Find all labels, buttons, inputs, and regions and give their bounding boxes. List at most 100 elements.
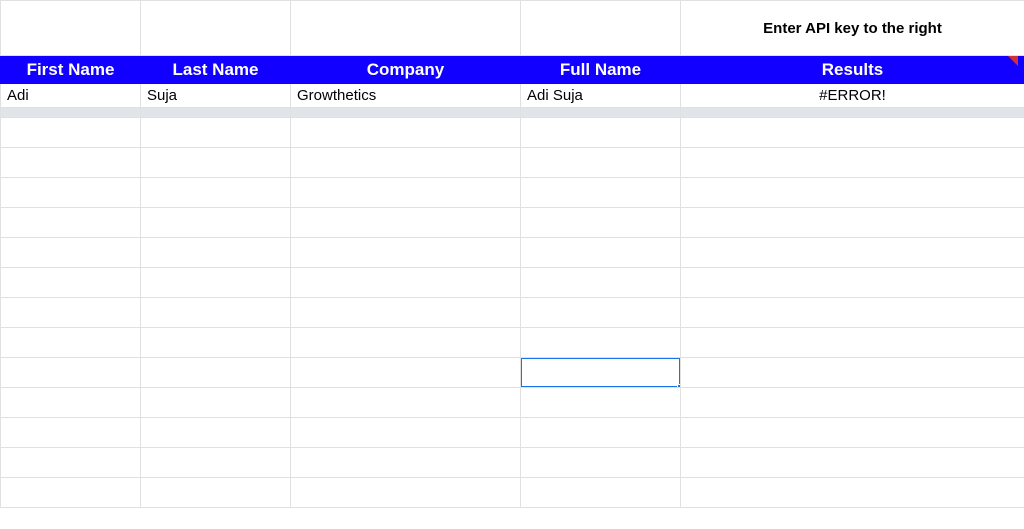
cell[interactable] — [521, 208, 681, 238]
header-company[interactable]: Company — [291, 56, 521, 84]
cell[interactable] — [291, 178, 521, 208]
cell[interactable] — [681, 328, 1024, 358]
cell[interactable] — [1, 448, 141, 478]
cell[interactable] — [681, 298, 1024, 328]
cell-full-name[interactable]: Adi Suja — [521, 84, 681, 108]
cell[interactable] — [1, 108, 141, 118]
cell[interactable] — [681, 388, 1024, 418]
error-indicator-icon — [1008, 56, 1018, 66]
cell[interactable] — [1, 178, 141, 208]
cell[interactable] — [291, 208, 521, 238]
cell[interactable] — [141, 238, 291, 268]
cell[interactable] — [681, 358, 1024, 388]
header-last-name[interactable]: Last Name — [141, 56, 291, 84]
cell[interactable] — [1, 118, 141, 148]
cell[interactable] — [141, 208, 291, 238]
cell[interactable] — [521, 388, 681, 418]
header-results[interactable]: Results — [681, 56, 1024, 84]
cell[interactable] — [681, 478, 1024, 508]
cell[interactable] — [521, 298, 681, 328]
table-row — [1, 238, 1024, 268]
table-row — [1, 478, 1024, 508]
cell[interactable] — [291, 118, 521, 148]
cell[interactable] — [291, 328, 521, 358]
cell[interactable] — [141, 388, 291, 418]
cell[interactable] — [521, 238, 681, 268]
cell[interactable] — [1, 148, 141, 178]
cell[interactable] — [1, 388, 141, 418]
spacer-row — [1, 108, 1024, 118]
header-row: First Name Last Name Company Full Name R… — [1, 56, 1024, 84]
cell[interactable] — [141, 448, 291, 478]
cell[interactable] — [681, 208, 1024, 238]
cell[interactable] — [291, 478, 521, 508]
cell[interactable] — [1, 238, 141, 268]
cell[interactable] — [521, 108, 681, 118]
cell[interactable] — [681, 108, 1024, 118]
header-first-name[interactable]: First Name — [1, 56, 141, 84]
cell[interactable] — [521, 448, 681, 478]
cell[interactable] — [141, 298, 291, 328]
cell[interactable] — [141, 418, 291, 448]
selected-cell[interactable] — [521, 358, 681, 388]
cell[interactable] — [291, 388, 521, 418]
cell[interactable] — [141, 478, 291, 508]
cell[interactable] — [1, 418, 141, 448]
cell[interactable] — [1, 298, 141, 328]
cell[interactable] — [521, 328, 681, 358]
cell[interactable] — [681, 268, 1024, 298]
selection-handle[interactable] — [677, 384, 681, 388]
cell[interactable] — [681, 178, 1024, 208]
table-row — [1, 118, 1024, 148]
cell[interactable] — [141, 358, 291, 388]
cell[interactable] — [141, 268, 291, 298]
cell[interactable] — [141, 1, 291, 56]
cell[interactable] — [291, 298, 521, 328]
table-row: Adi Suja Growthetics Adi Suja #ERROR! — [1, 84, 1024, 108]
cell[interactable] — [521, 178, 681, 208]
cell[interactable] — [291, 358, 521, 388]
cell[interactable] — [521, 148, 681, 178]
cell[interactable] — [141, 148, 291, 178]
table-row — [1, 298, 1024, 328]
cell[interactable] — [1, 208, 141, 238]
cell[interactable] — [521, 1, 681, 56]
cell[interactable] — [681, 118, 1024, 148]
selection-box — [521, 358, 681, 388]
instruction-row: Enter API key to the right — [1, 1, 1024, 56]
cell[interactable] — [1, 358, 141, 388]
table-row — [1, 178, 1024, 208]
cell[interactable] — [141, 328, 291, 358]
cell[interactable] — [681, 148, 1024, 178]
cell[interactable] — [291, 148, 521, 178]
cell[interactable] — [291, 448, 521, 478]
cell[interactable] — [521, 268, 681, 298]
instruction-cell[interactable]: Enter API key to the right — [681, 1, 1024, 56]
cell-company[interactable]: Growthetics — [291, 84, 521, 108]
spreadsheet-table[interactable]: Enter API key to the right First Name La… — [0, 0, 1024, 508]
cell[interactable] — [141, 118, 291, 148]
cell[interactable] — [521, 478, 681, 508]
cell[interactable] — [291, 1, 521, 56]
cell[interactable] — [291, 238, 521, 268]
cell[interactable] — [521, 418, 681, 448]
header-full-name[interactable]: Full Name — [521, 56, 681, 84]
cell[interactable] — [681, 418, 1024, 448]
cell[interactable] — [1, 478, 141, 508]
table-row — [1, 418, 1024, 448]
cell[interactable] — [1, 1, 141, 56]
cell[interactable] — [1, 328, 141, 358]
cell-last-name[interactable]: Suja — [141, 84, 291, 108]
table-row — [1, 448, 1024, 478]
cell[interactable] — [681, 448, 1024, 478]
cell-first-name[interactable]: Adi — [1, 84, 141, 108]
cell[interactable] — [291, 268, 521, 298]
cell[interactable] — [1, 268, 141, 298]
cell[interactable] — [521, 118, 681, 148]
cell[interactable] — [681, 238, 1024, 268]
cell[interactable] — [141, 108, 291, 118]
cell[interactable] — [141, 178, 291, 208]
cell[interactable] — [291, 108, 521, 118]
cell-results[interactable]: #ERROR! — [681, 84, 1024, 108]
cell[interactable] — [291, 418, 521, 448]
